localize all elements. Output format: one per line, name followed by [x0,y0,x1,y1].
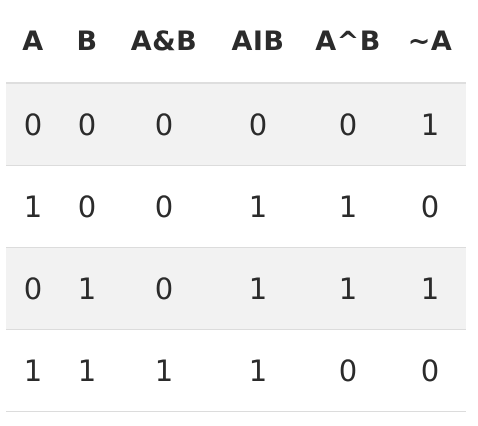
table-row: 0 0 0 0 0 1 [6,83,466,166]
cell-not: 0 [394,329,466,412]
header-a: A [6,0,60,84]
cell-not: 1 [394,83,466,166]
header-row: A B A&B AIB A^B ~A [6,0,466,84]
cell-and: 0 [114,83,214,166]
cell-a: 1 [6,329,60,412]
cell-b: 0 [60,83,114,166]
cell-or: 0 [214,83,302,166]
cell-and: 0 [114,247,214,330]
cell-b: 1 [60,247,114,330]
table-row: 1 1 1 1 0 0 [6,329,466,412]
truth-table: A B A&B AIB A^B ~A 0 0 0 0 0 1 1 0 0 1 1… [6,0,466,412]
header-xor: A^B [302,0,394,84]
cell-not: 1 [394,247,466,330]
cell-xor: 0 [302,329,394,412]
table-body: 0 0 0 0 0 1 1 0 0 1 1 0 0 1 0 1 1 1 1 1 … [6,83,466,412]
cell-xor: 0 [302,83,394,166]
cell-a: 0 [6,83,60,166]
table-row: 0 1 0 1 1 1 [6,247,466,330]
header-not: ~A [394,0,466,84]
cell-or: 1 [214,247,302,330]
cell-b: 0 [60,165,114,248]
header-and: A&B [114,0,214,84]
cell-b: 1 [60,329,114,412]
cell-a: 1 [6,165,60,248]
header-b: B [60,0,114,84]
cell-xor: 1 [302,165,394,248]
header-or: AIB [214,0,302,84]
table-row: 1 0 0 1 1 0 [6,165,466,248]
cell-not: 0 [394,165,466,248]
cell-a: 0 [6,247,60,330]
table-header: A B A&B AIB A^B ~A [6,0,466,84]
cell-or: 1 [214,329,302,412]
cell-or: 1 [214,165,302,248]
cell-and: 0 [114,165,214,248]
cell-xor: 1 [302,247,394,330]
cell-and: 1 [114,329,214,412]
